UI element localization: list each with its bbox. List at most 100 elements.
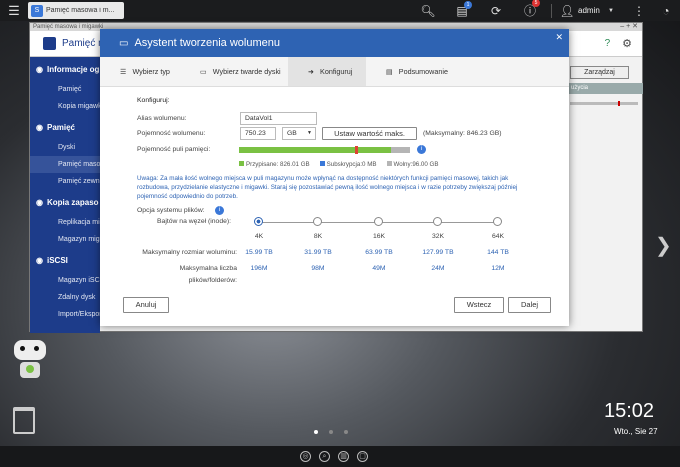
page-indicator[interactable] [314, 430, 348, 434]
max-size-value: 63.99 TB [365, 249, 393, 256]
settings-icon[interactable]: ⚙ [622, 37, 632, 50]
volume-wizard-dialog: ▭ Asystent tworzenia wolumenu ✕ ☰ Wybierz… [100, 29, 569, 326]
capacity-input[interactable]: 750.23 [240, 127, 276, 140]
max-files-value: 24M [431, 265, 445, 272]
dock-storage-icon[interactable]: ▥ [338, 451, 349, 462]
sidebar-item[interactable]: Magazyn iSCS [30, 272, 100, 289]
sidebar-label: Pamięć zewn [58, 178, 100, 185]
alias-label: Alias wolumenu: [137, 115, 187, 122]
list-icon: ☰ [120, 67, 127, 76]
max-size-value: 127.99 TB [422, 249, 454, 256]
max-files-label-line2: plików/folderów: [188, 277, 237, 284]
inode-radio-64k[interactable] [493, 217, 502, 226]
unit-select[interactable]: GB ▼ [282, 127, 316, 140]
section-title: Konfiguruj: [137, 97, 170, 104]
legend-allocated: Przypisane: 826.01 GB [239, 161, 310, 168]
sidebar-label: Pamięć [58, 86, 82, 93]
dock-files-icon[interactable]: ▢ [357, 451, 368, 462]
pool-bar-volume-marker [354, 146, 358, 154]
max-size-value: 15.99 TB [245, 249, 273, 256]
arrow-icon: ➜ [308, 67, 315, 76]
sidebar: ◉ Informacje og Pamięć Kopia migawk ◉ Pamięć D… [30, 57, 100, 333]
sidebar-item[interactable]: Kopia migawk [30, 98, 100, 115]
search-icon[interactable]: 🔍︎ [411, 4, 445, 18]
window-title: Pamięć masowa i migawki [33, 24, 104, 30]
sidebar-item[interactable]: Dyski [30, 139, 100, 156]
inode-option-label: 8K [313, 233, 323, 240]
disk-icon: ▭ [119, 37, 129, 49]
tasks-icon[interactable]: ▤ 1 [445, 0, 479, 18]
app-icon: S [31, 4, 43, 17]
sidebar-item[interactable]: Magazyn mig [30, 231, 100, 248]
back-button[interactable]: Wstecz [454, 297, 504, 313]
robot-assistant-icon[interactable] [9, 338, 51, 386]
sidebar-label: Informacje og [46, 64, 100, 74]
inode-radio-4k[interactable] [254, 217, 263, 226]
sidebar-item[interactable]: Pamięć maso [30, 156, 100, 173]
more-icon[interactable]: ⋮ [626, 4, 652, 18]
sidebar-label: Dyski [58, 144, 76, 151]
storage-app-icon [43, 37, 56, 50]
sidebar-section[interactable]: ◉ Pamięć [30, 115, 100, 139]
bytes-per-inode-label: Bajtów na węzeł (inode): [157, 218, 232, 225]
trash-icon[interactable] [13, 407, 35, 434]
dialog-header: ▭ Asystent tworzenia wolumenu ✕ [100, 29, 569, 57]
pool-usage-bar [239, 146, 410, 154]
username[interactable]: admin [578, 6, 608, 15]
sidebar-item[interactable]: Import/Ekspor [30, 306, 100, 323]
step-select-type: ☰ Wybierz typ [120, 67, 170, 76]
section-icon: ◉ [36, 197, 43, 207]
tasks-badge: 1 [464, 0, 472, 9]
step-summary: ▤ Podsumowanie [386, 67, 448, 76]
next-button[interactable]: Dalej [508, 297, 551, 313]
taskbar-tab[interactable]: S Pamięć masowa i m... [28, 2, 124, 19]
sidebar-section[interactable]: ◉ iSCSI [30, 248, 100, 272]
info-icon[interactable]: i [417, 145, 426, 154]
legend-free: Wolny:96.00 GB [386, 161, 438, 168]
dock-search-icon[interactable]: ⌕ [319, 451, 330, 462]
pool-label: Pojemność puli pamięci: [137, 146, 211, 153]
sidebar-section[interactable]: ◉ Informacje og [30, 57, 100, 81]
sync-icon[interactable]: ⟳ [479, 4, 513, 18]
pool-legend: Przypisane: 826.01 GB Subskrypcja:0 MB W… [239, 161, 438, 168]
cancel-button[interactable]: Anuluj [123, 297, 169, 313]
step-configure: ➜ Konfiguruj [288, 57, 366, 86]
user-icon[interactable]: 👤︎ [556, 4, 578, 18]
inode-radio-8k[interactable] [313, 217, 322, 226]
sidebar-section[interactable]: ◉ Kopia zapaso [30, 190, 100, 214]
notifications-icon[interactable]: ⓘ 5 [513, 0, 547, 19]
set-max-button[interactable]: Ustaw wartość maks. [322, 127, 417, 140]
alias-input[interactable]: DataVol1 [240, 112, 317, 125]
usage-bar [570, 101, 638, 106]
sidebar-item[interactable]: Zdalny dysk [30, 289, 100, 306]
max-files-value: 49M [372, 265, 386, 272]
dock-apps-icon[interactable]: ◎ [300, 451, 311, 462]
fs-option-label: Opcja systemu plików: [137, 207, 205, 214]
dashboard-icon[interactable]: ◔ [652, 4, 680, 18]
capacity-label: Pojemność wolumenu: [137, 130, 206, 137]
inode-radio-32k[interactable] [433, 217, 442, 226]
chevron-down-icon[interactable]: ▼ [608, 8, 626, 14]
sidebar-label: Import/Ekspor [58, 311, 100, 318]
notifications-badge: 5 [532, 0, 540, 7]
max-files-value: 98M [311, 265, 325, 272]
fs-info-icon[interactable]: i [215, 206, 224, 215]
close-icon[interactable]: ✕ [555, 32, 563, 43]
help-icon[interactable]: ? [605, 38, 611, 49]
section-icon: ◉ [36, 122, 43, 132]
taskbar-tab-label: Pamięć masowa i m... [46, 7, 115, 14]
inode-option-label: 64K [491, 233, 505, 240]
inode-radio-16k[interactable] [374, 217, 383, 226]
next-page-arrow[interactable]: ❯ [655, 233, 672, 258]
sidebar-item[interactable]: Pamięć zewn [30, 173, 100, 190]
sidebar-label: Kopia zapaso [46, 197, 99, 207]
max-size-value: 144 TB [487, 249, 509, 256]
sidebar-item[interactable]: Pamięć [30, 81, 100, 98]
sidebar-item[interactable]: Replikacja mig [30, 214, 100, 231]
pool-bar-allocated [239, 147, 392, 153]
menu-icon[interactable]: ☰ [0, 3, 28, 19]
wizard-steps: ☰ Wybierz typ ▭ Wybierz twarde dyski ➜ Konf… [100, 57, 569, 87]
dialog-title: Asystent tworzenia wolumenu [134, 37, 280, 49]
window-controls[interactable]: – + ✕ [620, 23, 638, 31]
manage-button[interactable]: Zarządzaj [570, 66, 629, 79]
